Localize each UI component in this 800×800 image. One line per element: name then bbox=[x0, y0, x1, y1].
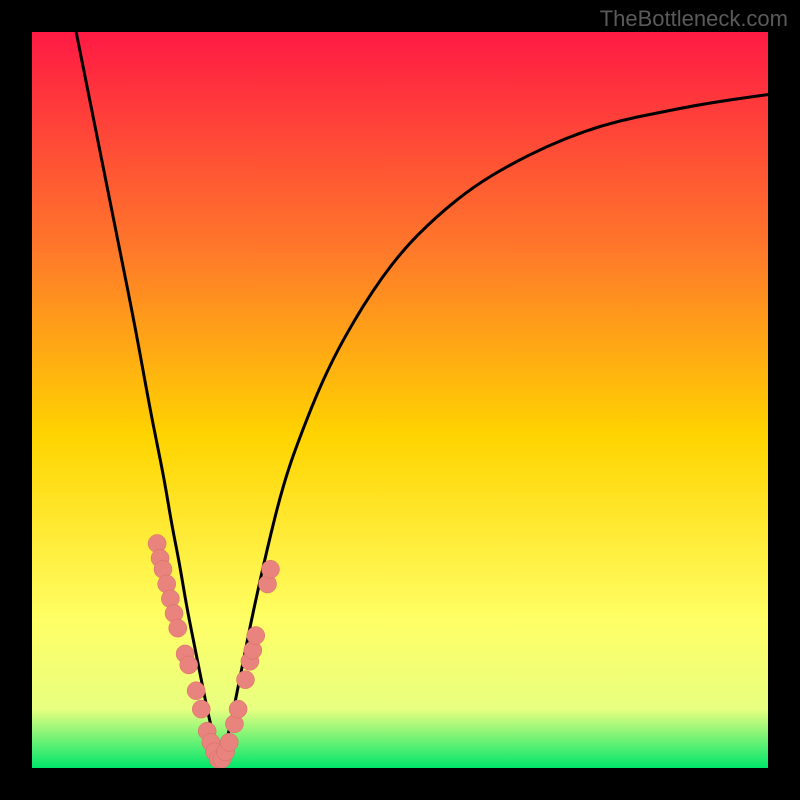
data-point bbox=[187, 682, 205, 700]
data-point bbox=[192, 700, 210, 718]
data-point bbox=[261, 560, 279, 578]
data-point bbox=[169, 619, 187, 637]
chart-container: TheBottleneck.com bbox=[0, 0, 800, 800]
plot-area bbox=[32, 32, 768, 768]
chart-svg bbox=[32, 32, 768, 768]
data-point bbox=[220, 733, 238, 751]
data-point bbox=[247, 627, 265, 645]
gradient-background bbox=[32, 32, 768, 768]
watermark-text: TheBottleneck.com bbox=[600, 6, 788, 32]
data-point bbox=[229, 700, 247, 718]
data-point bbox=[180, 656, 198, 674]
data-point bbox=[236, 671, 254, 689]
